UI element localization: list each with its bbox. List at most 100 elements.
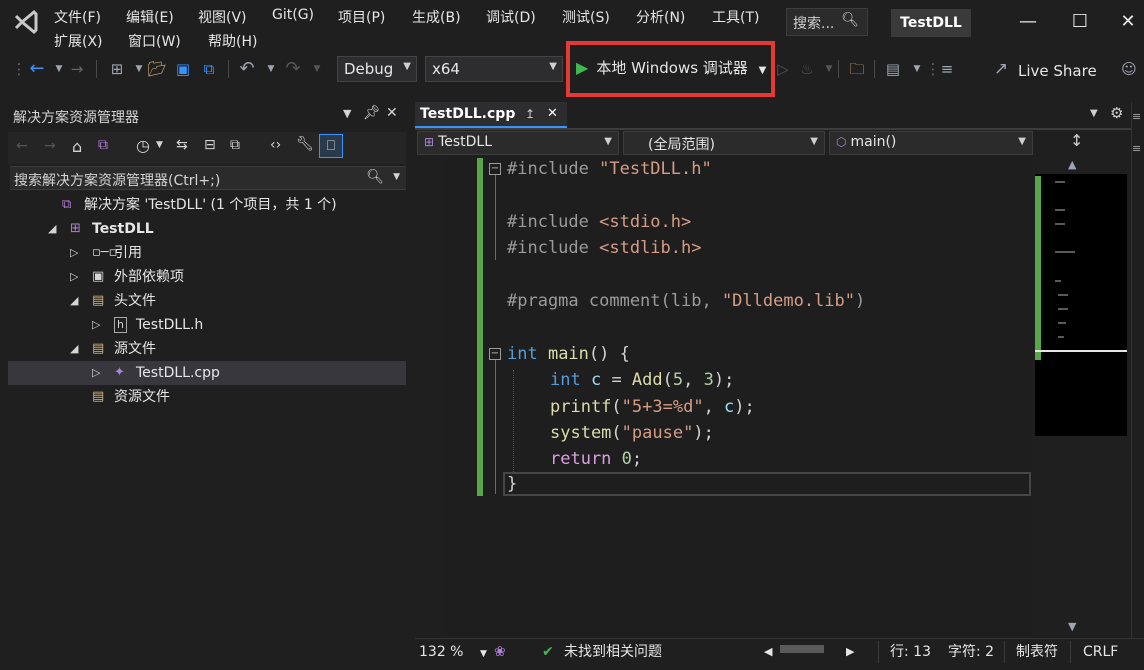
preview-selected-items-icon[interactable]: ⎕ <box>319 134 343 158</box>
back-icon[interactable]: ← <box>16 138 28 154</box>
tree-item[interactable]: ◢ ▤ 源文件 <box>8 337 406 361</box>
pin-icon[interactable]: 📌︎ <box>363 105 381 121</box>
hot-reload-dropdown-icon[interactable]: ▼ <box>818 58 840 80</box>
collapsed-arrow-icon[interactable]: ▷ <box>92 361 100 385</box>
forward-icon[interactable]: → <box>44 138 56 154</box>
solution-search-input[interactable]: 搜索解决方案资源管理器(Ctrl+;) 🔍︎ ▼ <box>10 166 406 190</box>
minimize-icon[interactable]: — <box>1016 10 1040 34</box>
search-options-icon[interactable]: ▼ <box>393 172 400 182</box>
settings-gear-icon[interactable]: ⚙ <box>1110 104 1123 122</box>
menu-edit[interactable]: 编辑(E) <box>126 7 174 27</box>
pin-tab-icon[interactable]: ↥ <box>525 107 535 121</box>
tree-item[interactable]: ▤ 资源文件 <box>8 385 406 409</box>
pending-changes-filter-icon[interactable]: ◷ <box>136 136 150 155</box>
menu-build[interactable]: 生成(B) <box>412 7 461 27</box>
horizontal-scroll-thumb[interactable] <box>780 645 824 653</box>
save-all-icon[interactable]: ⧉ <box>198 58 220 80</box>
menu-test[interactable]: 测试(S) <box>562 7 610 27</box>
tree-item[interactable]: ▷ ▫─▫ 引用 <box>8 241 406 265</box>
tree-item-label: TestDLL.h <box>136 317 204 333</box>
expanded-arrow-icon[interactable]: ◢ <box>48 217 56 241</box>
navigate-forward-icon[interactable]: → <box>66 58 88 80</box>
nav-scope-select[interactable]: (全局范围) ▼ <box>623 131 825 155</box>
scroll-down-arrow-icon[interactable]: ▼ <box>1068 620 1076 633</box>
intellicode-icon[interactable]: ❀ <box>494 641 506 663</box>
undo-dropdown-icon[interactable]: ▼ <box>260 58 282 80</box>
fold-collapse-icon[interactable]: − <box>489 348 501 360</box>
account-icon[interactable]: ☺ <box>1118 58 1140 80</box>
start-debugging-button[interactable]: ▶ 本地 Windows 调试器 ▼ <box>566 41 775 97</box>
view-code-icon[interactable]: ‹› <box>270 137 281 153</box>
open-folder-icon[interactable]: 📂︎ <box>146 58 168 80</box>
collapse-all-icon[interactable]: ⊟ <box>204 137 216 153</box>
menu-extensions[interactable]: 扩展(X) <box>54 31 103 51</box>
menu-file[interactable]: 文件(F) <box>54 7 101 27</box>
collapsed-arrow-icon[interactable]: ▷ <box>70 265 78 289</box>
split-window-icon[interactable]: ↕ <box>1070 131 1083 150</box>
indent-mode-indicator[interactable]: 制表符 <box>1016 641 1058 663</box>
home-icon[interactable]: ⌂ <box>72 137 82 156</box>
sync-active-document-icon[interactable]: ⇆ <box>176 137 188 153</box>
nav-project-select[interactable]: ⊞ TestDLL ▼ <box>417 131 619 155</box>
tool-window-tab-icon[interactable]: ≡ <box>1132 110 1141 123</box>
tree-item[interactable]: ◢ ▤ 头文件 <box>8 289 406 313</box>
zoom-select[interactable]: 132 % ▼ <box>419 641 487 665</box>
redo-dropdown-icon[interactable]: ▼ <box>306 58 328 80</box>
layout-icon[interactable]: ▤ <box>882 58 904 80</box>
tab-list-dropdown-icon[interactable]: ▼ <box>1090 108 1098 119</box>
switch-views-icon[interactable]: ⧉ <box>98 137 108 153</box>
properties-icon[interactable]: 🔧︎ <box>296 136 314 152</box>
tree-item[interactable]: ◢ ⊞ TestDLL <box>8 217 406 241</box>
undo-icon[interactable]: ↶ <box>236 58 258 80</box>
start-without-debugging-icon[interactable]: ▷ <box>772 58 794 80</box>
issues-status[interactable]: 未找到相关问题 <box>564 641 662 663</box>
close-panel-icon[interactable]: ✕ <box>386 105 398 121</box>
live-share-button[interactable]: Live Share <box>1018 62 1097 80</box>
menu-view[interactable]: 视图(V) <box>198 7 247 27</box>
tree-item[interactable]: ▷ ▣ 外部依赖项 <box>8 265 406 289</box>
tree-item[interactable]: ▷ h TestDLL.h <box>8 313 406 337</box>
new-item-icon[interactable]: ⊞ <box>106 58 128 80</box>
tree-item[interactable]: ▷ ✦ TestDLL.cpp <box>8 361 406 385</box>
navigate-back-icon[interactable]: ← <box>26 58 48 80</box>
panel-options-icon[interactable]: ▼ <box>343 107 351 120</box>
menu-git[interactable]: Git(G) <box>272 7 314 23</box>
tab-testdll-cpp[interactable]: TestDLL.cpp ↥ ✕ <box>415 102 567 128</box>
global-search-box[interactable]: 搜索... 🔍︎ <box>786 8 868 36</box>
expanded-arrow-icon[interactable]: ◢ <box>70 289 78 313</box>
show-all-files-icon[interactable]: ⧉ <box>230 137 240 153</box>
filter-dropdown-icon[interactable]: ▼ <box>156 140 163 150</box>
line-ending-indicator[interactable]: CRLF <box>1083 641 1118 663</box>
toolbar-overflow-icon[interactable]: ≡ <box>936 58 958 80</box>
tool-window-tab-icon[interactable]: ≡ <box>1132 142 1141 155</box>
redo-icon[interactable]: ↷ <box>282 58 304 80</box>
menu-debug[interactable]: 调试(D) <box>486 7 536 27</box>
menu-project[interactable]: 项目(P) <box>338 7 385 27</box>
vs-logo-icon[interactable] <box>12 8 40 36</box>
line-indicator[interactable]: 行: 13 <box>890 641 931 663</box>
solution-platform-select[interactable]: x64 ▼ <box>425 56 563 82</box>
scroll-up-arrow-icon[interactable]: ▲ <box>1068 158 1076 171</box>
menu-tools[interactable]: 工具(T) <box>712 7 759 27</box>
close-tab-icon[interactable]: ✕ <box>547 106 558 121</box>
collapsed-arrow-icon[interactable]: ▷ <box>70 241 78 265</box>
collapsed-arrow-icon[interactable]: ▷ <box>92 313 100 337</box>
menu-window[interactable]: 窗口(W) <box>128 31 181 51</box>
minimap-preview[interactable] <box>1035 174 1127 436</box>
maximize-icon[interactable]: ☐ <box>1068 10 1092 34</box>
close-window-icon[interactable]: ✕ <box>1116 10 1140 34</box>
scroll-right-arrow-icon[interactable]: ▶ <box>846 641 854 663</box>
menu-analyze[interactable]: 分析(N) <box>636 7 685 27</box>
solution-config-select[interactable]: Debug ▼ <box>337 56 417 82</box>
save-icon[interactable]: ▣ <box>172 58 194 80</box>
tree-item[interactable]: ⧉ 解决方案 'TestDLL' (1 个项目，共 1 个) <box>8 193 406 217</box>
hot-reload-icon[interactable]: ♨ <box>796 58 818 80</box>
char-indicator[interactable]: 字符: 2 <box>948 641 994 663</box>
menu-help[interactable]: 帮助(H) <box>208 31 257 51</box>
find-in-files-icon[interactable]: 🗀︎ <box>846 58 868 80</box>
fold-collapse-icon[interactable]: − <box>489 163 501 175</box>
expanded-arrow-icon[interactable]: ◢ <box>70 337 78 361</box>
nav-member-select[interactable]: ⬡ main() ▼ <box>829 131 1033 155</box>
scroll-left-arrow-icon[interactable]: ◀ <box>764 641 772 663</box>
share-icon[interactable]: ↗ <box>990 58 1012 80</box>
